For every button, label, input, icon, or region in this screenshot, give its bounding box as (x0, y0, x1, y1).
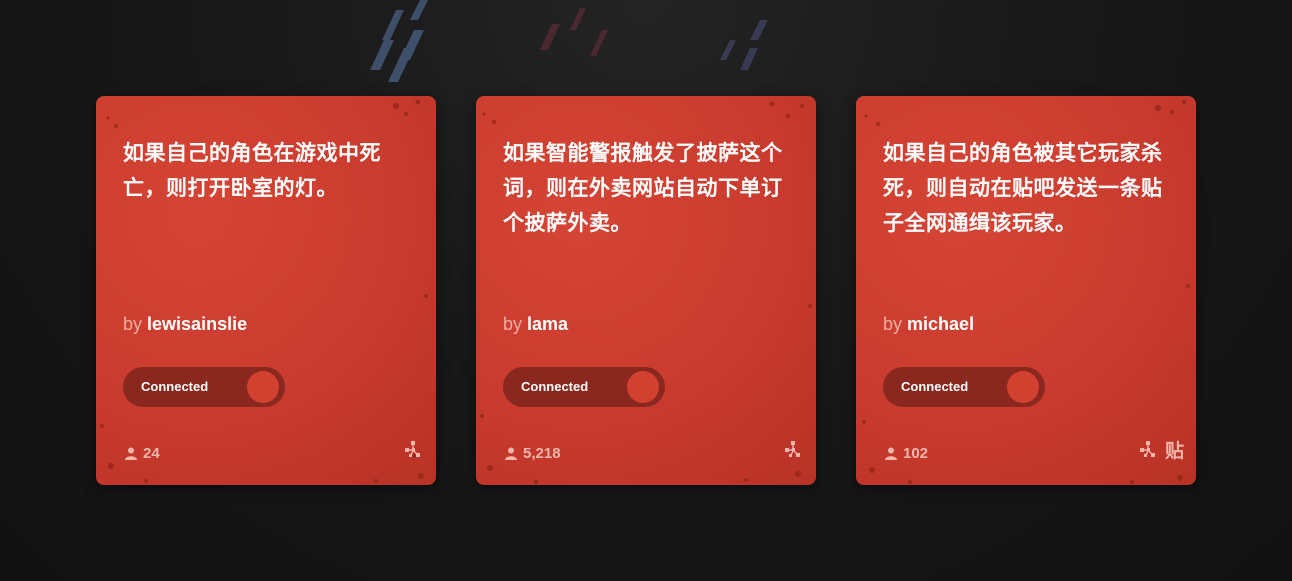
author-line: by michael (883, 314, 974, 335)
toggle-knob (1007, 371, 1039, 403)
toggle-knob (247, 371, 279, 403)
page: 如果自己的角色在游戏中死亡，则打开卧室的灯。 by lewisainslie C… (0, 0, 1292, 581)
connect-toggle[interactable]: Connected (883, 367, 1045, 407)
user-count-value: 24 (143, 445, 160, 462)
user-count-value: 102 (903, 445, 929, 462)
user-count: 102 (885, 445, 928, 462)
applet-card[interactable]: 如果自己的角色在游戏中死亡，则打开卧室的灯。 by lewisainslie C… (96, 96, 436, 485)
user-count-value: 5,218 (523, 445, 561, 462)
user-icon (505, 447, 517, 460)
service-icons: 贴 (1137, 440, 1184, 462)
network-icon (402, 440, 424, 462)
user-count: 24 (125, 445, 160, 462)
network-icon (782, 440, 804, 462)
author-name[interactable]: michael (907, 314, 974, 334)
author-by-label: by (503, 314, 523, 334)
applet-card[interactable]: 如果自己的角色被其它玩家杀死，则自动在贴吧发送一条贴子全网通缉该玩家。 by m… (856, 96, 1196, 485)
user-icon (125, 447, 137, 460)
author-line: by lewisainslie (123, 314, 247, 335)
user-icon (885, 447, 897, 460)
applet-card[interactable]: 如果智能警报触发了披萨这个词，则在外卖网站自动下单订个披萨外卖。 by lama… (476, 96, 816, 485)
toggle-label: Connected (141, 379, 209, 394)
connect-toggle[interactable]: Connected (123, 367, 285, 407)
connect-toggle[interactable]: Connected (503, 367, 665, 407)
author-name[interactable]: lewisainslie (147, 314, 247, 334)
applet-title: 如果自己的角色被其它玩家杀死，则自动在贴吧发送一条贴子全网通缉该玩家。 (883, 141, 1163, 235)
applet-title: 如果自己的角色在游戏中死亡，则打开卧室的灯。 (123, 141, 381, 200)
service-icons (402, 440, 424, 462)
backdrop-art (370, 0, 768, 82)
tieba-icon: 贴 (1164, 440, 1184, 462)
user-count: 5,218 (505, 445, 561, 462)
author-by-label: by (123, 314, 143, 334)
applet-title: 如果智能警报触发了披萨这个词，则在外卖网站自动下单订个披萨外卖。 (503, 141, 783, 235)
network-icon (1137, 440, 1159, 462)
toggle-label: Connected (901, 379, 969, 394)
toggle-label: Connected (521, 379, 589, 394)
author-by-label: by (883, 314, 903, 334)
toggle-knob (627, 371, 659, 403)
author-line: by lama (503, 314, 568, 335)
service-icons (782, 440, 804, 462)
applet-card-list: 如果自己的角色在游戏中死亡，则打开卧室的灯。 by lewisainslie C… (96, 96, 1196, 485)
author-name[interactable]: lama (527, 314, 568, 334)
